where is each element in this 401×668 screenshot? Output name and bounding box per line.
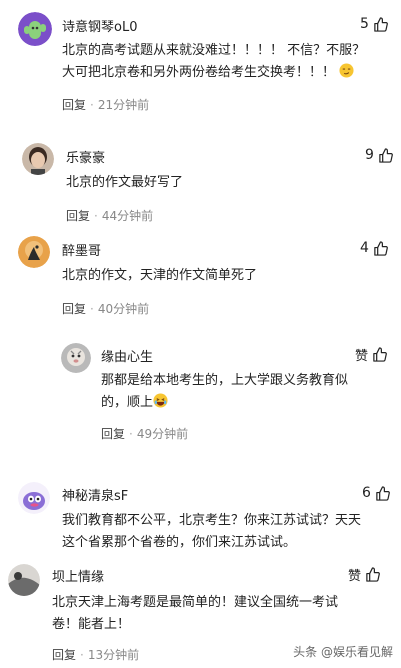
comment-meta: 回复 · 13分钟前 [52,648,140,662]
comment-meta: 回复 · 49分钟前 [101,427,189,441]
username[interactable]: 乐豪豪 [66,147,105,166]
thumbs-up-icon [373,16,388,32]
thumbs-up-icon [373,240,388,256]
like-count: 5 [360,16,369,32]
username[interactable]: 醉墨哥 [62,240,101,259]
like-button[interactable]: 6 [362,484,390,502]
avatar[interactable] [18,236,50,268]
avatar[interactable] [18,12,52,46]
watermark-text: 头条 @娱乐看见解 [293,645,393,659]
like-button[interactable]: 赞 [348,565,380,584]
comment-text: 北京的作文，天津的作文简单死了 [62,268,258,283]
username[interactable]: 神秘清泉sF [62,485,128,504]
like-button[interactable]: 赞 [355,345,387,364]
like-label: 赞 [348,568,362,584]
timestamp: 21分钟前 [97,98,150,112]
comment-meta: 回复 · 21分钟前 [62,98,150,112]
like-label: 赞 [355,348,369,364]
username[interactable]: 诗意钢琴oL0 [62,16,137,35]
comment-text: 北京的高考试题从来就没难过！！！！ 不信？不服？ 大可把北京卷和另外两份卷给考生… [62,43,366,80]
reply-button[interactable]: 回复 [62,302,86,316]
timestamp: 40分钟前 [97,302,150,316]
comment-text: 北京天津上海考题是最简单的！建议全国统一考试 卷！能者上！ [52,595,339,632]
thumbs-up-icon [372,346,387,362]
smirk-emoji-icon [339,63,354,78]
username[interactable]: 缘由心生 [101,346,153,365]
comment-text: 那都是给本地考生的，上大学跟义务教育似 的，顺上 [101,373,349,410]
comment-meta: 回复 · 44分钟前 [66,209,154,223]
watermark: 头条 @娱乐看见解 [293,643,393,660]
laughing-emoji-icon [153,393,168,408]
like-count: 4 [360,240,369,256]
like-button[interactable]: 4 [360,239,388,257]
reply-button[interactable]: 回复 [66,209,90,223]
comment-text: 北京的作文最好写了 [66,175,184,190]
username[interactable]: 坝上情缘 [52,566,104,585]
avatar[interactable] [8,564,40,596]
reply-button[interactable]: 回复 [52,648,76,662]
avatar[interactable] [61,343,91,373]
like-count: 9 [365,147,374,163]
avatar[interactable] [22,143,54,175]
reply-button[interactable]: 回复 [62,98,86,112]
comment-text: 我们教育都不公平，北京考生？你来江苏试试？天天 这个省累那个省卷的，你们来江苏试… [62,513,362,550]
like-button[interactable]: 5 [360,15,388,33]
avatar[interactable] [18,482,50,514]
reply-button[interactable]: 回复 [101,427,125,441]
thumbs-up-icon [365,566,380,582]
like-count: 6 [362,485,371,501]
like-button[interactable]: 9 [365,146,393,164]
timestamp: 44分钟前 [101,209,154,223]
thumbs-up-icon [378,147,393,163]
timestamp: 13分钟前 [87,648,140,662]
timestamp: 49分钟前 [136,427,189,441]
thumbs-up-icon [375,485,390,501]
comment-meta: 回复 · 40分钟前 [62,302,150,316]
